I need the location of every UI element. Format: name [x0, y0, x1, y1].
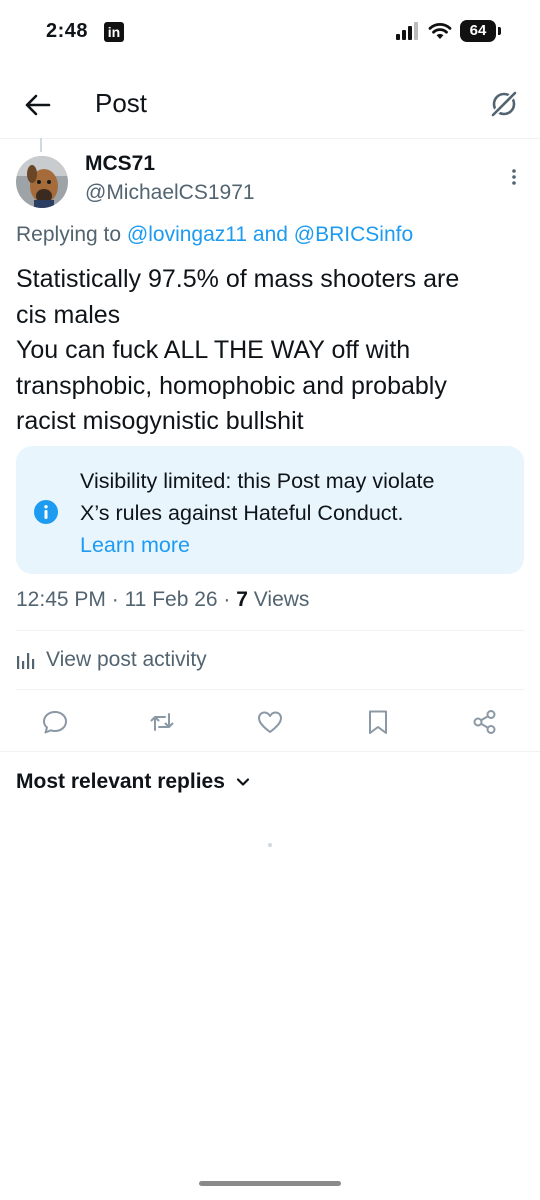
- status-bar: 2:48 in 64: [0, 0, 540, 70]
- post-text-line: transphobic, homophobic and probably: [16, 371, 447, 400]
- learn-more-link[interactable]: Learn more: [80, 529, 434, 561]
- battery-indicator: 64: [460, 20, 501, 42]
- avatar[interactable]: [16, 156, 68, 208]
- top-app-bar: Post: [0, 70, 540, 139]
- mention-and: and: [247, 223, 294, 246]
- mention-link-1[interactable]: @lovingaz11: [127, 223, 247, 246]
- view-post-activity-label: View post activity: [46, 648, 207, 671]
- chevron-down-icon: [236, 778, 250, 786]
- post-action-bar: [0, 700, 540, 744]
- status-time: 2:48: [46, 20, 89, 42]
- reply-icon[interactable]: [41, 708, 69, 736]
- divider: [16, 630, 524, 631]
- divider: [16, 689, 524, 690]
- info-icon: [34, 500, 58, 524]
- visibility-limited-notice: Visibility limited: this Post may violat…: [16, 446, 524, 574]
- replying-to-line: Replying to @lovingaz11 and @BRICSinfo: [16, 223, 413, 247]
- replies-sort-dropdown[interactable]: Most relevant replies: [16, 770, 251, 794]
- post-meta: 12:45 PM · 11 Feb 26 · 7 Views: [16, 588, 309, 612]
- share-icon[interactable]: [471, 708, 499, 736]
- view-post-activity-button[interactable]: View post activity: [16, 648, 207, 672]
- wifi-icon: [428, 23, 452, 39]
- views-count: 7: [236, 588, 248, 611]
- loading-indicator: [268, 843, 272, 847]
- mention-link-2[interactable]: @BRICSinfo: [294, 223, 413, 246]
- more-options-icon[interactable]: [506, 164, 522, 190]
- status-indicators: 64: [396, 20, 501, 42]
- thread-connector: [40, 138, 42, 152]
- notice-line: Visibility limited: this Post may violat…: [80, 469, 435, 493]
- bookmark-icon[interactable]: [364, 708, 392, 736]
- views-label: Views: [247, 588, 310, 611]
- grok-icon[interactable]: [488, 88, 520, 120]
- post-text: Statistically 97.5% of mass shooters are…: [16, 262, 526, 440]
- author-display-name[interactable]: MCS71: [85, 152, 155, 176]
- post-time: 12:45 PM: [16, 588, 106, 611]
- post-text-line: cis males: [16, 300, 121, 329]
- linkedin-notification-icon: in: [104, 22, 124, 42]
- author-handle[interactable]: @MichaelCS1971: [85, 181, 255, 205]
- notice-line: X’s rules against Hateful Conduct.: [80, 501, 404, 525]
- meta-separator: ·: [217, 588, 237, 611]
- arrow-left-icon[interactable]: [22, 90, 52, 120]
- replying-to-prefix: Replying to: [16, 223, 127, 246]
- cellular-signal-icon: [396, 22, 418, 40]
- like-icon[interactable]: [256, 708, 284, 736]
- post-text-line: racist misogynistic bullshit: [16, 407, 304, 435]
- post-text-line: You can fuck ALL THE WAY off with: [16, 336, 411, 364]
- post-text-line: Statistically 97.5% of mass shooters are: [16, 265, 460, 293]
- meta-separator: ·: [105, 588, 125, 611]
- page-title: Post: [95, 88, 148, 118]
- section-divider: [0, 751, 540, 752]
- home-indicator[interactable]: [199, 1181, 341, 1186]
- post-date: 11 Feb 26: [124, 588, 218, 611]
- replies-sort-label: Most relevant replies: [16, 770, 225, 793]
- notice-text: Visibility limited: this Post may violat…: [80, 465, 434, 561]
- repost-icon[interactable]: [148, 708, 176, 736]
- analytics-icon: [17, 653, 35, 669]
